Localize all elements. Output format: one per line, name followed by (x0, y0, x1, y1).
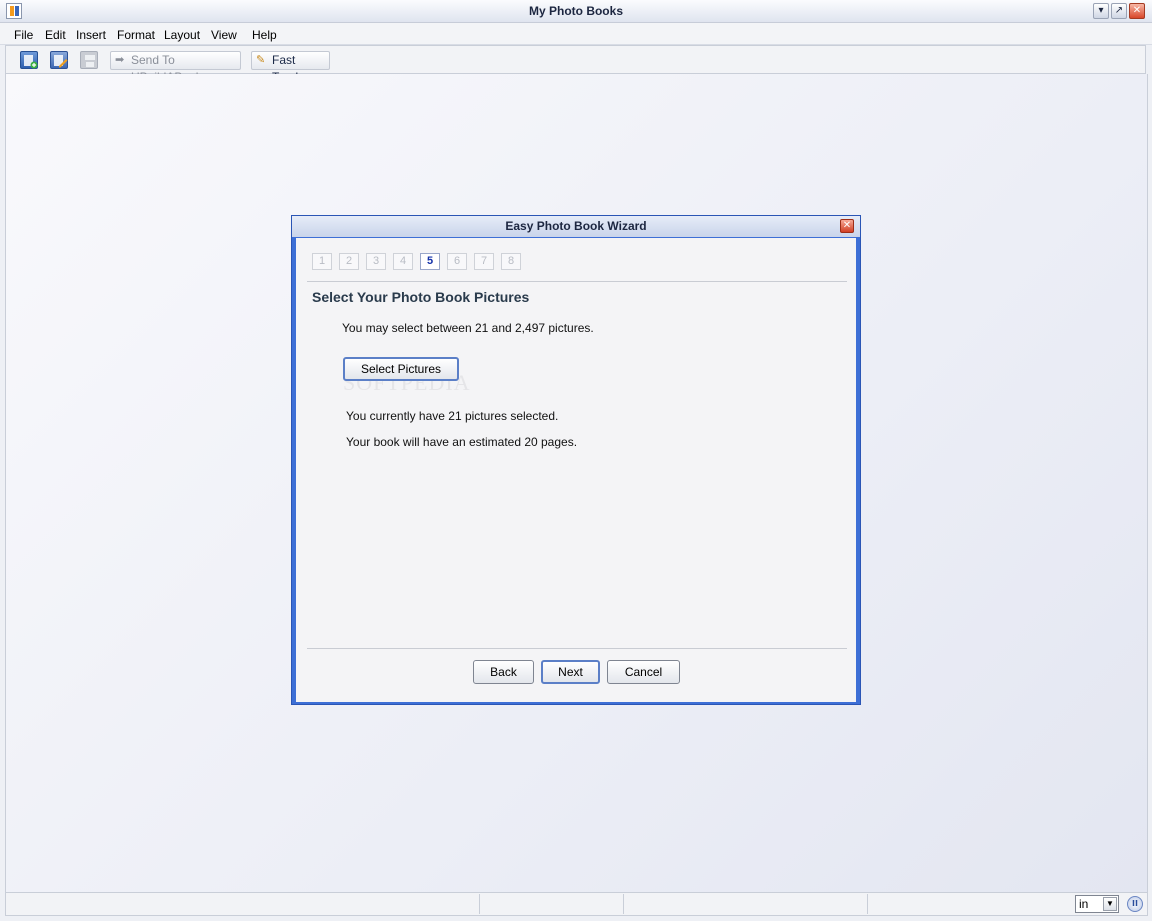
send-to-ubuildabook-button[interactable]: ➡ Send To UBuildABook (110, 51, 241, 84)
dialog-title: Easy Photo Book Wizard (292, 216, 860, 237)
step-6[interactable]: 6 (447, 253, 467, 270)
step-2[interactable]: 2 (339, 253, 359, 270)
status-cell-1 (6, 894, 480, 914)
back-button[interactable]: Back (473, 660, 534, 684)
divider-top (307, 281, 847, 282)
menu-layout[interactable]: Layout (164, 28, 200, 42)
selected-count-text: You currently have 21 pictures selected. (346, 409, 559, 423)
menu-bar: File Edit Insert Format Layout View Help (0, 23, 1152, 45)
toolbar: ➡ Send To UBuildABook ✎ Fast Track (5, 45, 1146, 84)
pause-icon[interactable]: II (1127, 896, 1143, 912)
wizard-dialog: Easy Photo Book Wizard ✕ 1 2 3 4 5 6 7 8… (291, 215, 861, 705)
estimated-pages-text: Your book will have an estimated 20 page… (346, 435, 578, 449)
edit-book-icon[interactable] (50, 51, 68, 69)
next-button[interactable]: Next (541, 660, 600, 684)
divider-bottom (307, 648, 847, 649)
menu-format[interactable]: Format (117, 28, 155, 42)
step-8[interactable]: 8 (501, 253, 521, 270)
unit-select[interactable]: in ▼ (1075, 895, 1119, 913)
wand-icon: ✎ (256, 54, 266, 66)
status-cell-3 (624, 894, 868, 914)
window-title: My Photo Books (528, 4, 623, 18)
menu-file[interactable]: File (14, 28, 33, 42)
menu-insert[interactable]: Insert (76, 28, 106, 42)
minimize-button[interactable]: ▾ (1093, 3, 1109, 19)
cancel-button[interactable]: Cancel (607, 660, 680, 684)
save-icon[interactable] (80, 51, 98, 69)
menu-view[interactable]: View (211, 28, 237, 42)
step-7[interactable]: 7 (474, 253, 494, 270)
dialog-body: 1 2 3 4 5 6 7 8 Select Your Photo Book P… (296, 238, 856, 702)
new-book-icon[interactable] (20, 51, 38, 69)
maximize-button[interactable]: ↗ (1111, 3, 1127, 19)
status-cell-2 (480, 894, 624, 914)
step-1[interactable]: 1 (312, 253, 332, 270)
select-pictures-button[interactable]: Select Pictures (343, 357, 459, 381)
step-5-active[interactable]: 5 (420, 253, 440, 270)
fast-track-button[interactable]: ✎ Fast Track (251, 51, 330, 84)
dialog-close-button[interactable]: ✕ (840, 219, 854, 233)
menu-edit[interactable]: Edit (45, 28, 66, 42)
close-window-button[interactable]: ✕ (1129, 3, 1145, 19)
step-3[interactable]: 3 (366, 253, 386, 270)
section-heading: Select Your Photo Book Pictures (312, 289, 530, 305)
status-bar: in ▼ II (5, 892, 1148, 916)
unit-value: in (1079, 897, 1089, 911)
menu-help[interactable]: Help (252, 28, 277, 42)
title-bar: My Photo Books ▾ ↗ ✕ (0, 0, 1152, 23)
range-text: You may select between 21 and 2,497 pict… (342, 321, 594, 335)
arrow-right-icon: ➡ (115, 54, 125, 66)
chevron-down-icon[interactable]: ▼ (1103, 897, 1117, 911)
step-4[interactable]: 4 (393, 253, 413, 270)
